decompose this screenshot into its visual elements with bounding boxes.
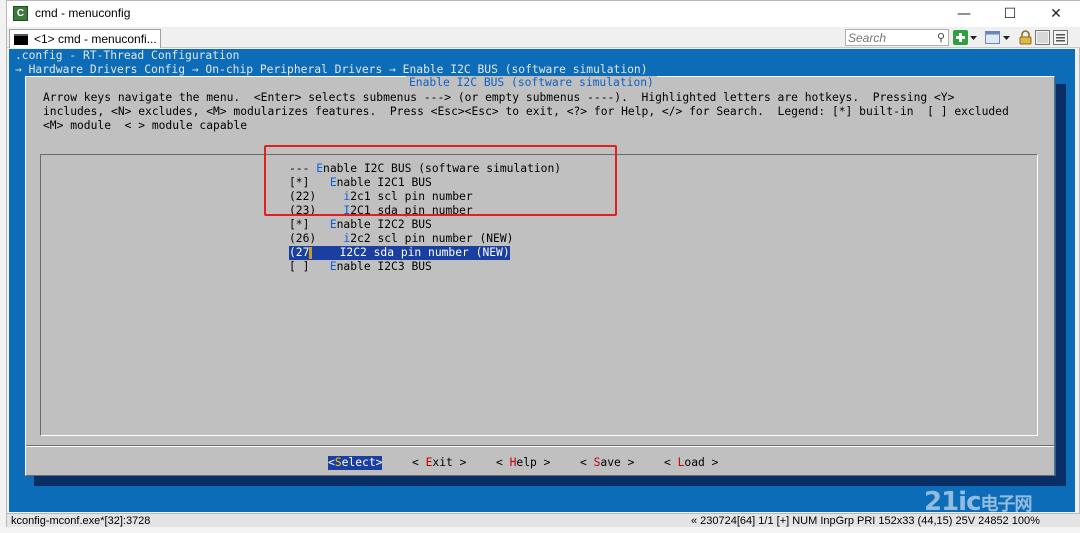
help-line: Arrow keys navigate the menu. <Enter> se… (43, 91, 955, 104)
chevron-down-icon[interactable] (1002, 30, 1011, 45)
menu-item-enable-i2c2[interactable]: [*] Enable I2C2 BUS (289, 218, 432, 232)
exit-button[interactable]: < Exit > (412, 456, 466, 470)
status-process: kconfig-mconf.exe*[32]:3728 (11, 515, 151, 527)
search-box[interactable]: ⚲ (845, 29, 949, 46)
dialog-shadow (1056, 84, 1066, 484)
help-text: Arrow keys navigate the menu. <Enter> se… (43, 91, 1009, 133)
background-page-strip (0, 527, 1080, 533)
help-line: includes, <N> excludes, <M> modularizes … (43, 105, 1009, 118)
menu-icon[interactable] (1053, 30, 1068, 45)
maximize-button[interactable]: ☐ (987, 1, 1033, 27)
tab-label: <1> cmd - menuconfi... (34, 32, 157, 46)
config-title: .config - RT-Thread Configuration (15, 49, 240, 62)
dialog-title: Enable I2C BUS (software simulation) (406, 76, 657, 90)
tab-bar: <1> cmd - menuconfi... ⚲ (7, 27, 1080, 48)
save-button[interactable]: < Save > (580, 456, 634, 470)
console-area[interactable]: .config - RT-Thread Configuration → Hard… (9, 49, 1075, 512)
console-icon (14, 34, 28, 45)
terminal-window: C cmd - menuconfig — ☐ ✕ <1> cmd - menuc… (6, 0, 1080, 528)
dialog-shadow (34, 476, 1066, 486)
help-button[interactable]: < Help > (496, 456, 550, 470)
minimize-button[interactable]: — (941, 1, 987, 27)
title-bar[interactable]: C cmd - menuconfig — ☐ ✕ (7, 1, 1080, 27)
new-console-icon[interactable] (953, 30, 968, 45)
menuconfig-dialog: Enable I2C BUS (software simulation) Arr… (25, 76, 1055, 476)
panel-icon[interactable] (1035, 30, 1050, 45)
close-button[interactable]: ✕ (1033, 1, 1079, 27)
status-bar: kconfig-mconf.exe*[32]:3728 « 230724[64]… (7, 513, 1080, 528)
tab-console-1[interactable]: <1> cmd - menuconfi... (9, 29, 161, 48)
lock-icon[interactable] (1018, 30, 1033, 45)
annotation-highlight-box (264, 145, 617, 216)
view-icon[interactable] (985, 30, 1000, 45)
watermark-logo: 21ic电子网 (924, 487, 1033, 517)
menu-item-enable-i2c3[interactable]: [ ] Enable I2C3 BUS (289, 260, 432, 274)
window-title: cmd - menuconfig (35, 6, 131, 20)
menu-item-i2c2-sda-selected[interactable]: (27 I2C2 sda pin number (NEW) (289, 246, 510, 260)
search-icon[interactable]: ⚲ (937, 31, 945, 44)
menu-item-i2c2-scl[interactable]: (26) i2c2 scl pin number (NEW) (289, 232, 513, 246)
divider (26, 446, 1054, 447)
breadcrumb: → Hardware Drivers Config → On-chip Peri… (15, 63, 648, 76)
chevron-down-icon[interactable] (969, 30, 978, 45)
cmd-app-icon[interactable]: C (13, 6, 28, 21)
select-button[interactable]: <Select> (328, 456, 383, 470)
search-input[interactable] (848, 30, 930, 45)
load-button[interactable]: < Load > (664, 456, 718, 470)
help-line: <M> module < > module capable (43, 119, 248, 132)
